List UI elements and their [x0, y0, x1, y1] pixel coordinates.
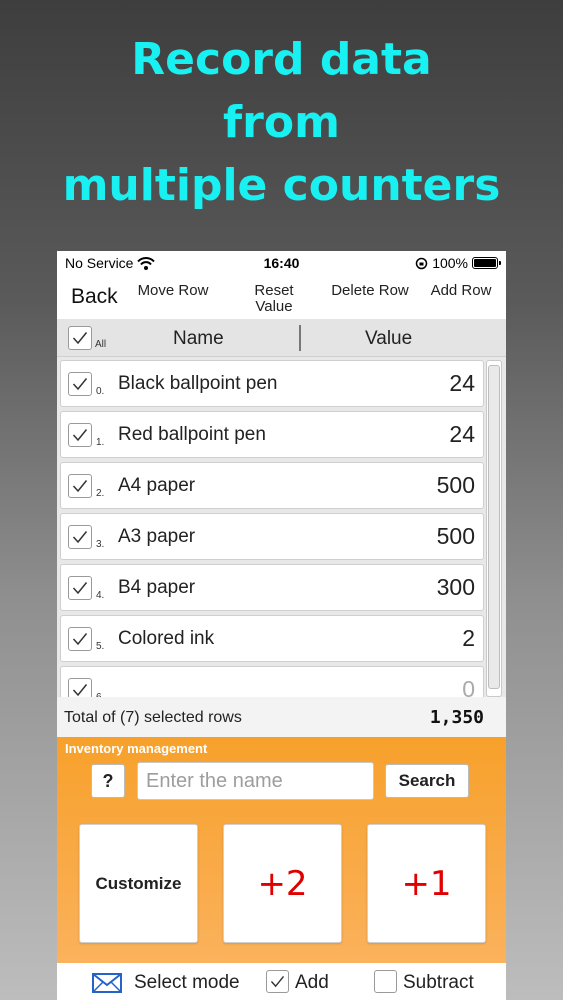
checkmark-icon	[72, 633, 88, 646]
table-header: All Name Value	[57, 319, 506, 357]
row-checkbox[interactable]	[68, 576, 92, 600]
total-label: Total of (7) selected rows	[64, 709, 242, 726]
plus-one-button[interactable]: +1	[367, 824, 486, 943]
row-index: 3.	[96, 539, 105, 550]
checkmark-icon	[270, 975, 285, 988]
table-row[interactable]: 1. Red ballpoint pen 24	[60, 411, 484, 458]
status-bar: No Service 16:40 100%	[57, 251, 506, 275]
move-row-button[interactable]: Move Row	[133, 283, 213, 299]
row-name: Black ballpoint pen	[118, 373, 278, 394]
table-row[interactable]: 4. B4 paper 300	[60, 564, 484, 611]
row-index: 0.	[96, 386, 105, 397]
wifi-icon	[137, 256, 156, 270]
row-index: 1.	[96, 437, 105, 448]
help-button[interactable]: ?	[91, 764, 125, 798]
row-value: 0	[462, 676, 475, 697]
row-index: 4.	[96, 590, 105, 601]
checkmark-icon	[72, 684, 88, 697]
counter-panel: Inventory management ? Search Customize …	[57, 737, 506, 963]
add-row-button[interactable]: Add Row	[421, 283, 501, 299]
total-value: 1,350	[429, 707, 484, 728]
scrollbar[interactable]	[486, 360, 502, 697]
delete-row-button[interactable]: Delete Row	[330, 283, 410, 299]
select-all-label: All	[95, 339, 107, 350]
total-bar: Total of (7) selected rows 1,350	[57, 697, 506, 737]
table-row[interactable]: 5. Colored ink 2	[60, 615, 484, 662]
row-value: 2	[462, 625, 475, 651]
row-name: Colored ink	[118, 628, 215, 649]
select-all-checkbox[interactable]	[68, 326, 92, 350]
row-checkbox[interactable]	[68, 372, 92, 396]
row-name: A4 paper	[118, 475, 196, 496]
row-value: 300	[436, 574, 475, 600]
value-column-header: Value	[365, 328, 413, 349]
row-name: Red ballpoint pen	[118, 424, 266, 445]
scrollbar-thumb[interactable]	[488, 365, 500, 689]
battery-percent: 100%	[432, 255, 468, 271]
table-row[interactable]: 3. A3 paper 500	[60, 513, 484, 560]
row-index: 5.	[96, 641, 105, 652]
add-mode-label: Add	[295, 972, 329, 993]
row-name: B4 paper	[118, 577, 196, 598]
row-name: A3 paper	[118, 526, 196, 547]
row-value: 500	[436, 472, 475, 498]
search-input[interactable]	[137, 762, 374, 800]
mail-icon[interactable]	[92, 973, 122, 993]
checkmark-icon	[72, 332, 88, 345]
row-index: 2.	[96, 488, 105, 499]
checkmark-icon	[72, 480, 88, 493]
checkmark-icon	[72, 582, 88, 595]
subtract-mode-label: Subtract	[403, 972, 474, 993]
mode-bar: Select mode Add Subtract	[57, 963, 506, 1000]
back-button[interactable]: Back	[71, 285, 118, 309]
column-divider[interactable]	[299, 325, 301, 351]
subtract-mode-checkbox[interactable]	[374, 970, 397, 993]
table-row[interactable]: 2. A4 paper 500	[60, 462, 484, 509]
promo-line-1: Record data	[131, 34, 432, 85]
promo-headline: Record data from multiple counters	[0, 28, 563, 217]
row-checkbox[interactable]	[68, 525, 92, 549]
row-checkbox[interactable]	[68, 627, 92, 651]
row-checkbox[interactable]	[68, 423, 92, 447]
customize-button[interactable]: Customize	[79, 824, 198, 943]
add-mode-checkbox[interactable]	[266, 970, 289, 993]
select-mode-label: Select mode	[134, 972, 240, 993]
counter-list[interactable]: 0. Black ballpoint pen 24 1. Red ballpoi…	[57, 357, 506, 697]
toolbar: Back Move Row Reset Value Delete Row Add…	[57, 275, 506, 319]
row-checkbox[interactable]	[68, 678, 92, 697]
search-button[interactable]: Search	[385, 764, 469, 798]
row-value: 24	[449, 421, 475, 447]
table-row[interactable]: 6. 0	[60, 666, 484, 697]
promo-line-2: from	[223, 97, 340, 148]
clock: 16:40	[263, 255, 300, 271]
promo-line-3: multiple counters	[62, 160, 501, 211]
table-row[interactable]: 0. Black ballpoint pen 24	[60, 360, 484, 407]
orientation-lock-icon	[415, 257, 428, 269]
row-value: 24	[449, 370, 475, 396]
reset-value-button[interactable]: Reset Value	[234, 283, 314, 315]
checkmark-icon	[72, 378, 88, 391]
phone-screen: No Service 16:40 100% Back Move Row Rese…	[57, 251, 506, 1000]
row-value: 500	[436, 523, 475, 549]
battery-icon	[472, 257, 501, 269]
checkmark-icon	[72, 531, 88, 544]
carrier-label: No Service	[65, 255, 134, 271]
group-name: Inventory management	[65, 741, 208, 756]
plus-two-button[interactable]: +2	[223, 824, 342, 943]
checkmark-icon	[72, 429, 88, 442]
name-column-header: Name	[173, 328, 224, 349]
row-checkbox[interactable]	[68, 474, 92, 498]
